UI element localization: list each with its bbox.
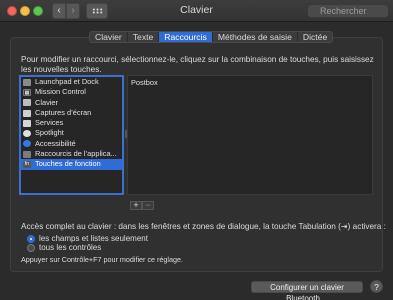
services-icon bbox=[23, 119, 31, 127]
category-item-spotlight[interactable]: Spotlight bbox=[21, 128, 122, 138]
tab-raccourcis[interactable]: Raccourcis bbox=[159, 32, 213, 42]
radio-selected-icon bbox=[27, 234, 35, 243]
hint-text: Appuyer sur Contrôle+F7 pour modifier ce… bbox=[21, 255, 184, 264]
instructions-text: Pour modifier un raccourci, sélectionnez… bbox=[21, 55, 374, 74]
help-button[interactable]: ? bbox=[370, 280, 383, 293]
category-item-touches-de-fonction[interactable]: fn Touches de fonction bbox=[21, 159, 122, 170]
category-item-launchpad[interactable]: Launchpad et Dock bbox=[21, 77, 122, 87]
spotlight-icon bbox=[23, 130, 31, 138]
category-label: Captures d’écran bbox=[35, 107, 92, 117]
accessibility-icon bbox=[23, 140, 31, 148]
full-keyboard-access-label: Accès complet au clavier : dans les fenê… bbox=[21, 222, 386, 231]
category-label: Launchpad et Dock bbox=[35, 77, 99, 86]
category-label: Clavier bbox=[35, 97, 58, 107]
radio-label: les champs et listes seulement bbox=[39, 234, 148, 243]
tab-clavier[interactable]: Clavier bbox=[90, 32, 128, 42]
radio-label: tous les contrôles bbox=[39, 243, 102, 252]
tab-bar: Clavier Texte Raccourcis Méthodes de sai… bbox=[89, 31, 334, 43]
search-field[interactable]: Rechercher bbox=[307, 4, 389, 18]
fn-key-icon: fn bbox=[23, 161, 31, 169]
list-item[interactable]: Postbox bbox=[128, 78, 372, 88]
mission-control-icon: ▦ bbox=[23, 88, 31, 96]
category-label: Mission Control bbox=[35, 87, 86, 97]
category-label: Accessibilité bbox=[35, 138, 76, 148]
screenshot-icon bbox=[23, 109, 31, 117]
setup-bluetooth-keyboard-button[interactable]: Configurer un clavier Bluetooth… bbox=[251, 281, 363, 300]
add-button[interactable]: + bbox=[130, 201, 142, 210]
category-item-accessibilite[interactable]: Accessibilité bbox=[21, 139, 122, 149]
category-label: Spotlight bbox=[35, 128, 64, 138]
radio-text-boxes-and-lists[interactable]: les champs et listes seulement bbox=[27, 234, 148, 243]
remove-button[interactable]: − bbox=[142, 201, 154, 210]
category-label: Raccourcis de l’applica... bbox=[35, 149, 117, 159]
category-label: Services bbox=[35, 118, 64, 128]
tab-texte[interactable]: Texte bbox=[128, 32, 160, 42]
radio-all-controls[interactable]: tous les contrôles bbox=[27, 243, 101, 252]
tab-dictee[interactable]: Dictée bbox=[298, 32, 332, 42]
shortcut-list[interactable]: Postbox bbox=[127, 75, 373, 195]
category-item-services[interactable]: Services bbox=[21, 118, 122, 128]
category-list[interactable]: Launchpad et Dock ▦ Mission Control Clav… bbox=[19, 75, 124, 195]
category-item-clavier[interactable]: Clavier bbox=[21, 98, 122, 108]
title-bar: ‹ › Clavier Rechercher bbox=[0, 0, 393, 22]
app-shortcuts-icon bbox=[23, 150, 31, 158]
keyboard-icon bbox=[23, 99, 31, 107]
tab-methodes-de-saisie[interactable]: Méthodes de saisie bbox=[213, 32, 298, 42]
category-label: Touches de fonction bbox=[35, 159, 101, 169]
category-item-mission-control[interactable]: ▦ Mission Control bbox=[21, 87, 122, 97]
radio-unselected-icon bbox=[27, 243, 35, 252]
category-item-captures[interactable]: Captures d’écran bbox=[21, 108, 122, 118]
category-item-app-shortcuts[interactable]: Raccourcis de l’applica... bbox=[21, 149, 122, 159]
launchpad-icon bbox=[23, 78, 31, 86]
